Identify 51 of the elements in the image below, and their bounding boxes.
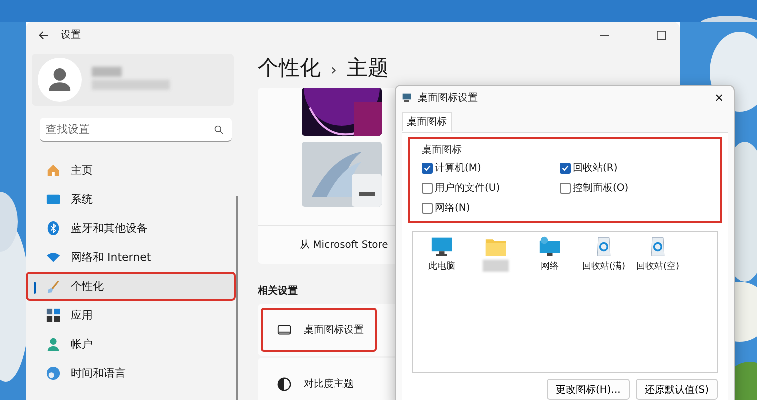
window-title: 设置: [61, 28, 81, 42]
network-monitor-icon: [539, 236, 561, 258]
system-icon: [46, 192, 61, 207]
nav-item[interactable]: 个性化: [26, 272, 236, 301]
section-heading: 相关设置: [258, 284, 299, 298]
apps-icon: [46, 308, 61, 323]
checkbox[interactable]: 控制面板(O): [560, 181, 712, 195]
nav-item[interactable]: 帐户: [26, 330, 236, 359]
theme-thumbnail[interactable]: [302, 142, 382, 207]
monitor-icon: [277, 322, 292, 338]
breadcrumb-separator: ›: [331, 61, 337, 79]
brush-icon: [46, 279, 61, 294]
nav-item[interactable]: 应用: [26, 301, 236, 330]
checkmark-icon: [423, 164, 432, 172]
theme-thumbnail[interactable]: [302, 88, 382, 136]
maximize-icon[interactable]: [657, 30, 666, 40]
desktop-icon-item[interactable]: 此电脑: [421, 236, 463, 273]
checkbox[interactable]: 计算机(M): [422, 161, 560, 175]
back-arrow-icon[interactable]: [38, 30, 49, 40]
checkmark-icon: [561, 164, 570, 172]
checkbox[interactable]: 回收站(R): [560, 161, 712, 175]
nav-item[interactable]: 网络和 Internet: [26, 243, 236, 272]
nav-item[interactable]: 时间和语言: [26, 359, 236, 388]
desktop-icon-item[interactable]: 网络: [529, 236, 571, 273]
dialog-title: 桌面图标设置: [418, 92, 478, 105]
account-icon: [46, 337, 61, 352]
desktop-icon-item[interactable]: 回收站(满): [583, 236, 625, 273]
nav-item[interactable]: 蓝牙和其他设备: [26, 214, 236, 243]
page-title: 主题: [347, 55, 389, 82]
profile-card[interactable]: [32, 54, 234, 106]
group-title: 桌面图标: [421, 144, 463, 157]
close-button[interactable]: ✕: [714, 92, 724, 104]
bluetooth-icon: [46, 221, 61, 236]
search-field[interactable]: 查找设置: [40, 118, 232, 142]
desktop-icon: [402, 93, 412, 103]
breadcrumb-parent[interactable]: 个性化: [258, 54, 321, 82]
nav-item[interactable]: 主页: [26, 156, 236, 185]
dialog-button[interactable]: 更改图标(H)...: [546, 379, 630, 400]
contrast-icon: [277, 376, 292, 392]
checkbox[interactable]: 网络(N): [422, 201, 560, 215]
tab[interactable]: 桌面图标: [402, 112, 452, 132]
globe-icon: [46, 366, 61, 381]
checkbox[interactable]: 用户的文件(U): [422, 181, 560, 195]
monitor-icon: [431, 236, 453, 258]
dialog-button[interactable]: 还原默认值(S): [636, 379, 718, 400]
desktop-icon-item[interactable]: 回收站(空): [637, 236, 679, 273]
nav-item[interactable]: 系统: [26, 185, 236, 214]
avatar-icon: [38, 58, 82, 102]
blurred-label: [483, 260, 509, 272]
search-icon: [214, 125, 224, 135]
home-icon: [46, 163, 61, 178]
